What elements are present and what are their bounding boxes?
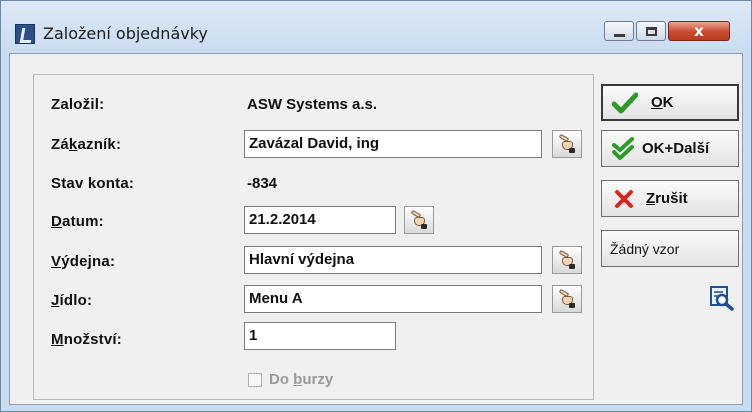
no-template-button[interactable]: Žádný vzor <box>601 230 739 267</box>
ok-next-button[interactable]: OK+Další <box>601 130 739 167</box>
maximize-icon <box>645 26 657 36</box>
customer-field[interactable]: Zavázal David, ing <box>244 130 542 158</box>
label-vydejna: Výdejna: <box>51 253 116 270</box>
window-title: Založení objednávky <box>43 24 208 43</box>
date-field[interactable]: 21.2.2014 <box>244 206 396 234</box>
dispensary-picker-button[interactable] <box>552 246 582 274</box>
cancel-label: Zrušit <box>646 190 688 207</box>
value-stav-konta: -834 <box>247 175 278 192</box>
do-burzy-label: Do burzy <box>269 371 334 388</box>
order-window: Založení objednávky x Založil: ASW Syste… <box>0 0 752 412</box>
double-checkmark-icon <box>608 136 640 161</box>
close-button[interactable]: x <box>668 21 730 41</box>
ok-label: OK <box>651 94 674 111</box>
label-mnozstvi: Množství: <box>51 331 122 348</box>
form-group-box <box>33 74 594 400</box>
pointing-hand-icon <box>558 249 576 269</box>
pointing-hand-icon <box>410 209 428 229</box>
label-datum: Datum: <box>51 213 104 230</box>
pointing-hand-icon <box>558 133 576 153</box>
close-icon: x <box>694 21 704 40</box>
date-picker-button[interactable] <box>404 206 434 234</box>
value-zalozil: ASW Systems a.s. <box>247 96 378 113</box>
pointing-hand-icon <box>558 288 576 308</box>
quantity-field[interactable]: 1 <box>244 322 396 350</box>
title-bar[interactable]: Založení objednávky x <box>1 1 751 53</box>
customer-picker-button[interactable] <box>552 130 582 158</box>
label-stav-konta: Stav konta: <box>51 175 135 192</box>
label-jidlo: Jídlo: <box>51 292 93 309</box>
no-template-label: Žádný vzor <box>610 240 680 257</box>
do-burzy-checkbox[interactable] <box>248 373 262 387</box>
label-zalozil: Založil: <box>51 96 105 113</box>
app-icon <box>15 24 35 44</box>
meal-field[interactable]: Menu A <box>244 285 542 313</box>
dispensary-field[interactable]: Hlavní výdejna <box>244 246 542 274</box>
red-x-icon <box>608 189 640 209</box>
checkmark-icon <box>609 92 641 114</box>
ok-button[interactable]: OK <box>601 84 739 121</box>
minimize-icon <box>613 33 625 37</box>
label-zakaznik: Zákazník: <box>51 136 122 153</box>
meal-picker-button[interactable] <box>552 285 582 313</box>
search-document-icon[interactable] <box>707 285 735 311</box>
ok-next-label: OK+Další <box>642 140 710 157</box>
minimize-button[interactable] <box>604 21 634 41</box>
maximize-button[interactable] <box>636 21 666 41</box>
cancel-button[interactable]: Zrušit <box>601 180 739 217</box>
